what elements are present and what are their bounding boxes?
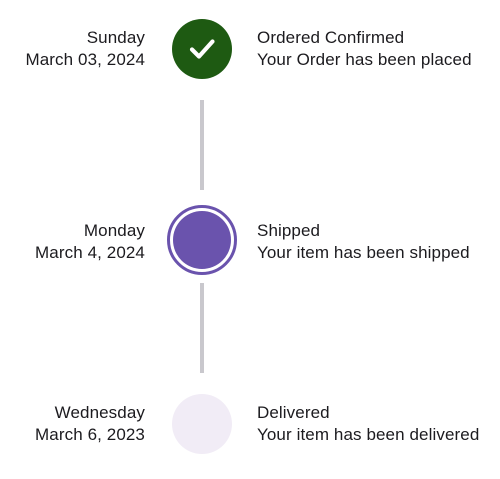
step-day: Wednesday [54,403,145,422]
step-title: Ordered Confirmed [257,28,405,47]
timeline-step-delivered: Wednesday March 6, 2023 Delivered Your i… [0,392,500,456]
timeline-connector [200,100,204,190]
step-completed-indicator [172,19,232,79]
step-current-indicator-fill [173,211,231,269]
step-title: Delivered [257,403,330,422]
step-info-block: Shipped Your item has been shipped [257,220,470,264]
step-info-block: Ordered Confirmed Your Order has been pl… [257,27,472,71]
step-date: March 6, 2023 [35,425,145,444]
step-date-block: Wednesday March 6, 2023 [35,402,145,446]
step-date-block: Sunday March 03, 2024 [25,27,145,71]
step-date-block: Monday March 4, 2024 [35,220,145,264]
step-day: Monday [83,221,145,240]
step-current-indicator [167,205,237,275]
checkmark-icon [189,39,215,59]
timeline-connector [200,283,204,373]
step-description: Your item has been delivered [257,425,480,444]
step-date: March 03, 2024 [25,50,145,69]
timeline-step-ordered: Sunday March 03, 2024 Ordered Confirmed … [0,17,500,81]
step-title: Shipped [257,221,321,240]
step-date: March 4, 2024 [35,243,145,262]
step-day: Sunday [86,28,145,47]
step-description: Your item has been shipped [257,243,470,262]
step-description: Your Order has been placed [257,50,472,69]
step-info-block: Delivered Your item has been delivered [257,402,479,446]
timeline-step-shipped: Monday March 4, 2024 Shipped Your item h… [0,205,500,275]
step-pending-indicator [172,394,232,454]
